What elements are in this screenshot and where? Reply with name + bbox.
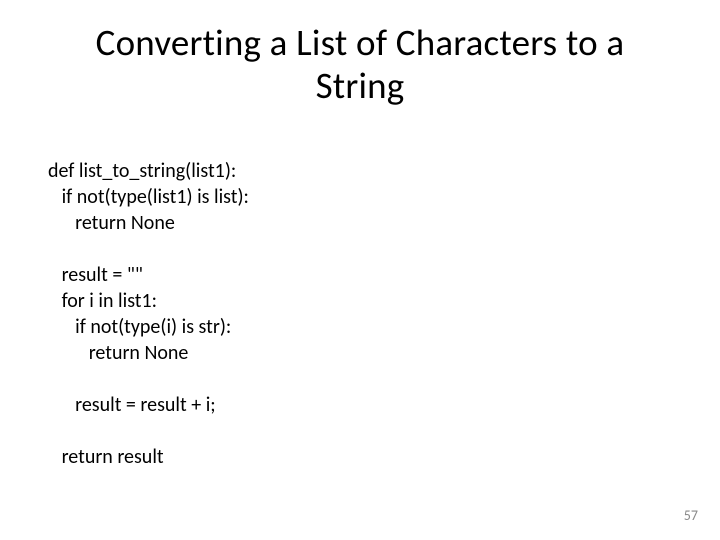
slide-title: Converting a List of Characters to a Str…: [0, 0, 720, 107]
code-line: return None: [48, 211, 175, 235]
code-line: if not(type(i) is str):: [48, 315, 231, 339]
code-line: def list_to_string(list1):: [48, 159, 236, 183]
code-line: for i in list1:: [48, 289, 157, 313]
slide: Converting a List of Characters to a Str…: [0, 0, 720, 540]
code-line: return result: [48, 445, 164, 469]
page-number: 57: [684, 507, 698, 524]
code-line: result = "": [48, 263, 143, 287]
code-line: if not(type(list1) is list):: [48, 185, 249, 209]
code-line: result = result + i;: [48, 393, 216, 417]
code-line: return None: [48, 341, 188, 365]
code-block: def list_to_string(list1): if not(type(l…: [48, 132, 249, 470]
